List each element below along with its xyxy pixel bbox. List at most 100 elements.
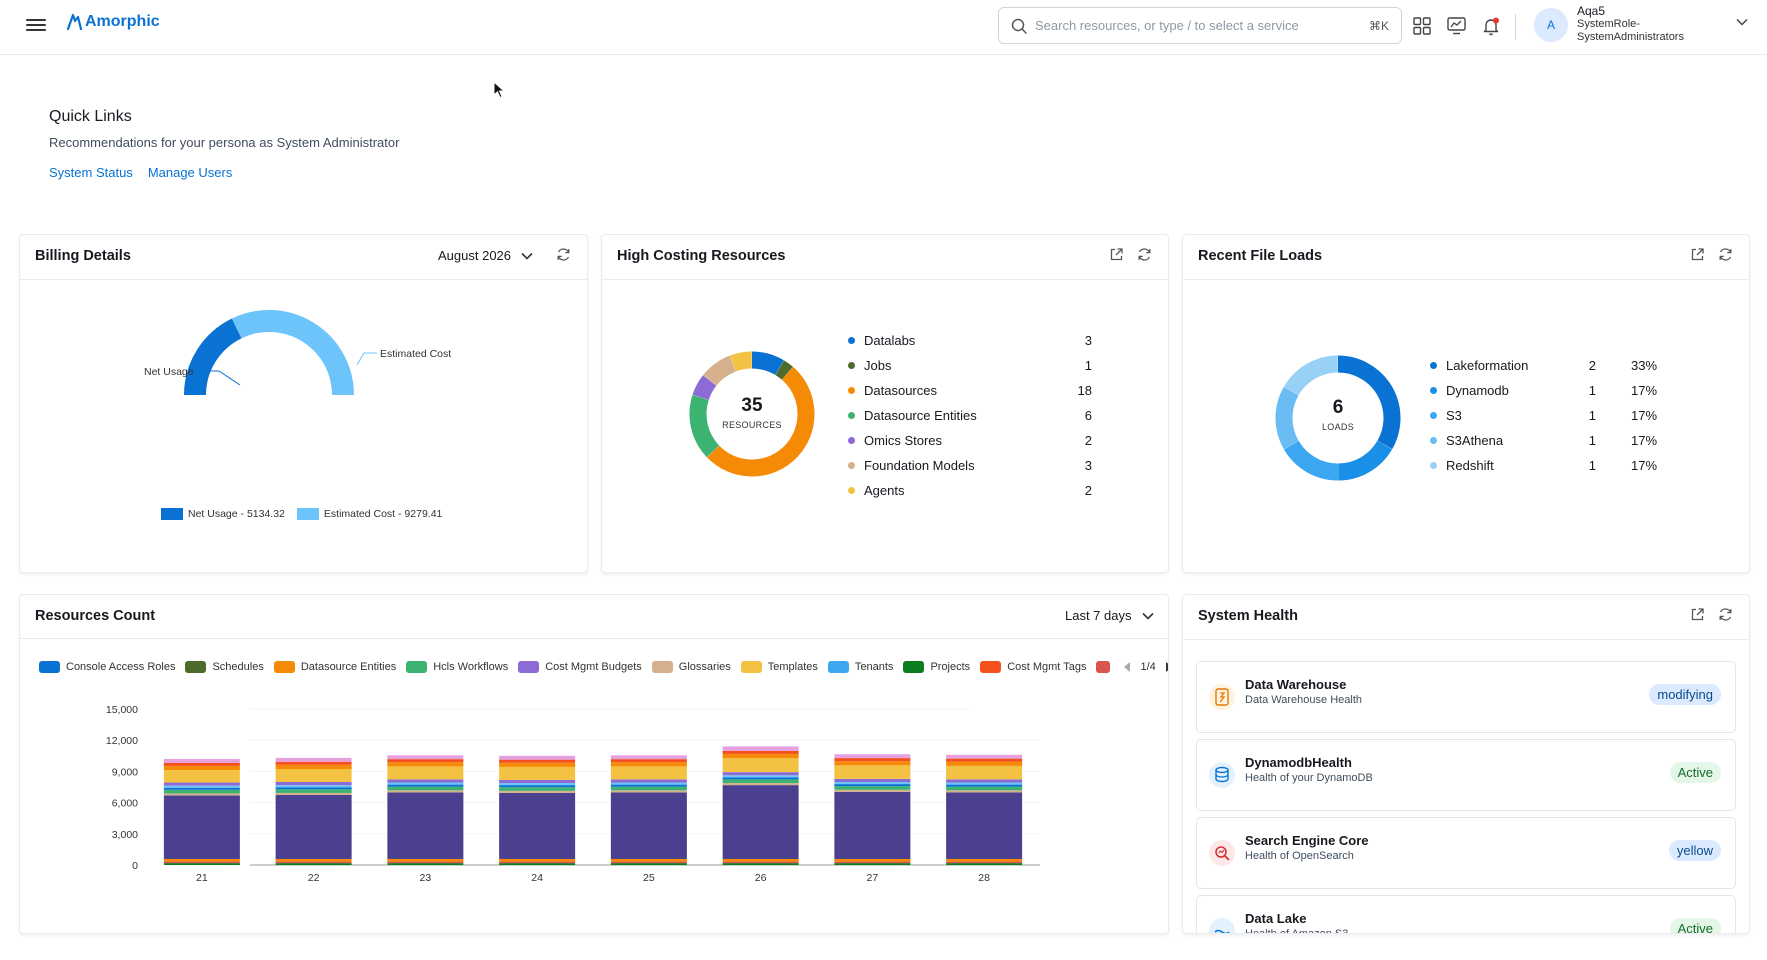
bar-segment[interactable] — [834, 791, 911, 859]
bar-segment[interactable] — [163, 795, 240, 859]
bar-segment[interactable] — [499, 861, 576, 864]
bar-segment[interactable] — [946, 761, 1023, 766]
chart-legend-item[interactable]: Glossaries — [651, 661, 731, 673]
bar-segment[interactable] — [163, 789, 240, 794]
bar-segment[interactable] — [610, 861, 687, 864]
bar-segment[interactable] — [610, 858, 687, 862]
bar-segment[interactable] — [275, 861, 352, 864]
chart-legend-item[interactable]: Datasource Entities — [273, 661, 396, 673]
bar-segment[interactable] — [610, 755, 687, 760]
bar-segment[interactable] — [834, 784, 911, 787]
bar-segment[interactable] — [722, 750, 799, 754]
chart-legend-item[interactable]: Hcls Workflows — [406, 661, 508, 673]
bar-segment[interactable] — [834, 782, 911, 785]
bar-segment[interactable] — [499, 766, 576, 780]
bar-segment[interactable] — [946, 786, 1023, 791]
chart-legend-item[interactable]: Cost Mgmt Budgets — [518, 661, 642, 673]
bar-segment[interactable] — [163, 770, 240, 783]
bar-segment[interactable] — [499, 787, 576, 791]
bar-segment[interactable] — [610, 766, 687, 780]
bar-segment[interactable] — [946, 858, 1023, 862]
bar-segment[interactable] — [387, 762, 464, 767]
refresh-icon[interactable] — [556, 247, 571, 262]
health-item[interactable]: Data Warehouse Data Warehouse Health modif… — [1196, 661, 1736, 733]
bar-segment[interactable] — [722, 779, 799, 784]
bar-segment[interactable] — [722, 746, 799, 751]
bar-segment[interactable] — [499, 858, 576, 862]
search-input[interactable] — [1035, 18, 1369, 33]
bar-segment[interactable] — [275, 757, 352, 762]
bar-segment[interactable] — [387, 861, 464, 864]
bar-segment[interactable] — [722, 753, 799, 759]
bar-segment[interactable] — [499, 785, 576, 788]
bar-segment[interactable] — [722, 861, 799, 864]
bar-segment[interactable] — [275, 789, 352, 793]
chart-legend-item[interactable]: Console Access Roles — [39, 661, 175, 673]
bar-segment[interactable] — [163, 861, 240, 864]
notifications-bell-icon[interactable] — [1480, 15, 1502, 37]
system-status-link[interactable]: System Status — [49, 165, 133, 180]
bar-segment[interactable] — [163, 858, 240, 862]
bar-segment[interactable] — [275, 782, 352, 786]
bar-segment[interactable] — [946, 754, 1023, 759]
bar-segment[interactable] — [275, 785, 352, 788]
bar-segment[interactable] — [163, 762, 240, 766]
bar-segment[interactable] — [499, 779, 576, 784]
bar-segment[interactable] — [610, 790, 687, 793]
bar-segment[interactable] — [387, 790, 464, 793]
refresh-icon[interactable] — [1137, 247, 1152, 262]
bar-segment[interactable] — [722, 785, 799, 859]
bar-segment[interactable] — [163, 793, 240, 796]
bar-segment[interactable] — [163, 863, 240, 865]
chart-legend-item[interactable]: Schedules — [185, 661, 264, 673]
bar-segment[interactable] — [834, 861, 911, 864]
bar-segment[interactable] — [834, 778, 911, 783]
hamburger-menu-icon[interactable] — [26, 16, 46, 34]
bar-segment[interactable] — [499, 755, 576, 760]
open-external-icon[interactable] — [1690, 607, 1705, 622]
bar-segment[interactable] — [275, 863, 352, 865]
bar-segment[interactable] — [610, 863, 687, 865]
bar-segment[interactable] — [946, 758, 1023, 762]
health-item[interactable]: DynamodbHealth Health of your DynamoDB Act… — [1196, 739, 1736, 811]
bar-segment[interactable] — [387, 759, 464, 763]
billing-month-dropdown[interactable]: August 2026 — [438, 248, 533, 263]
bar-segment[interactable] — [163, 785, 240, 788]
open-external-icon[interactable] — [1109, 247, 1124, 262]
bar-segment[interactable] — [499, 783, 576, 786]
manage-users-link[interactable]: Manage Users — [148, 165, 233, 180]
bar-segment[interactable] — [499, 792, 576, 859]
open-external-icon[interactable] — [1690, 247, 1705, 262]
bar-segment[interactable] — [722, 772, 799, 776]
bar-segment[interactable] — [946, 765, 1023, 780]
monitor-chart-icon[interactable] — [1445, 15, 1467, 37]
bar-segment[interactable] — [387, 863, 464, 865]
bar-segment[interactable] — [275, 764, 352, 770]
bar-segment[interactable] — [275, 769, 352, 783]
bar-segment[interactable] — [387, 782, 464, 785]
bar-segment[interactable] — [163, 787, 240, 790]
chart-legend-item[interactable]: Templates — [740, 661, 818, 673]
bar-segment[interactable] — [946, 792, 1023, 859]
date-range-dropdown[interactable]: Last 7 days — [1065, 608, 1154, 623]
bar-segment[interactable] — [722, 758, 799, 773]
legend-next-icon[interactable] — [1164, 661, 1169, 673]
refresh-icon[interactable] — [1718, 247, 1733, 262]
bar-segment[interactable] — [275, 761, 352, 765]
bar-segment[interactable] — [834, 765, 911, 779]
bar-segment[interactable] — [610, 779, 687, 783]
bar-segment[interactable] — [722, 777, 799, 780]
refresh-icon[interactable] — [1718, 607, 1733, 622]
bar-segment[interactable] — [499, 790, 576, 793]
bar-segment[interactable] — [610, 786, 687, 791]
avatar[interactable]: A — [1534, 8, 1568, 42]
bar-segment[interactable] — [610, 784, 687, 787]
bar-segment[interactable] — [722, 858, 799, 862]
bar-segment[interactable] — [387, 786, 464, 791]
bar-segment[interactable] — [834, 863, 911, 865]
bar-segment[interactable] — [163, 782, 240, 786]
bar-segment[interactable] — [610, 792, 687, 859]
bar-segment[interactable] — [387, 779, 464, 783]
bar-segment[interactable] — [946, 779, 1023, 783]
bar-segment[interactable] — [834, 789, 911, 792]
